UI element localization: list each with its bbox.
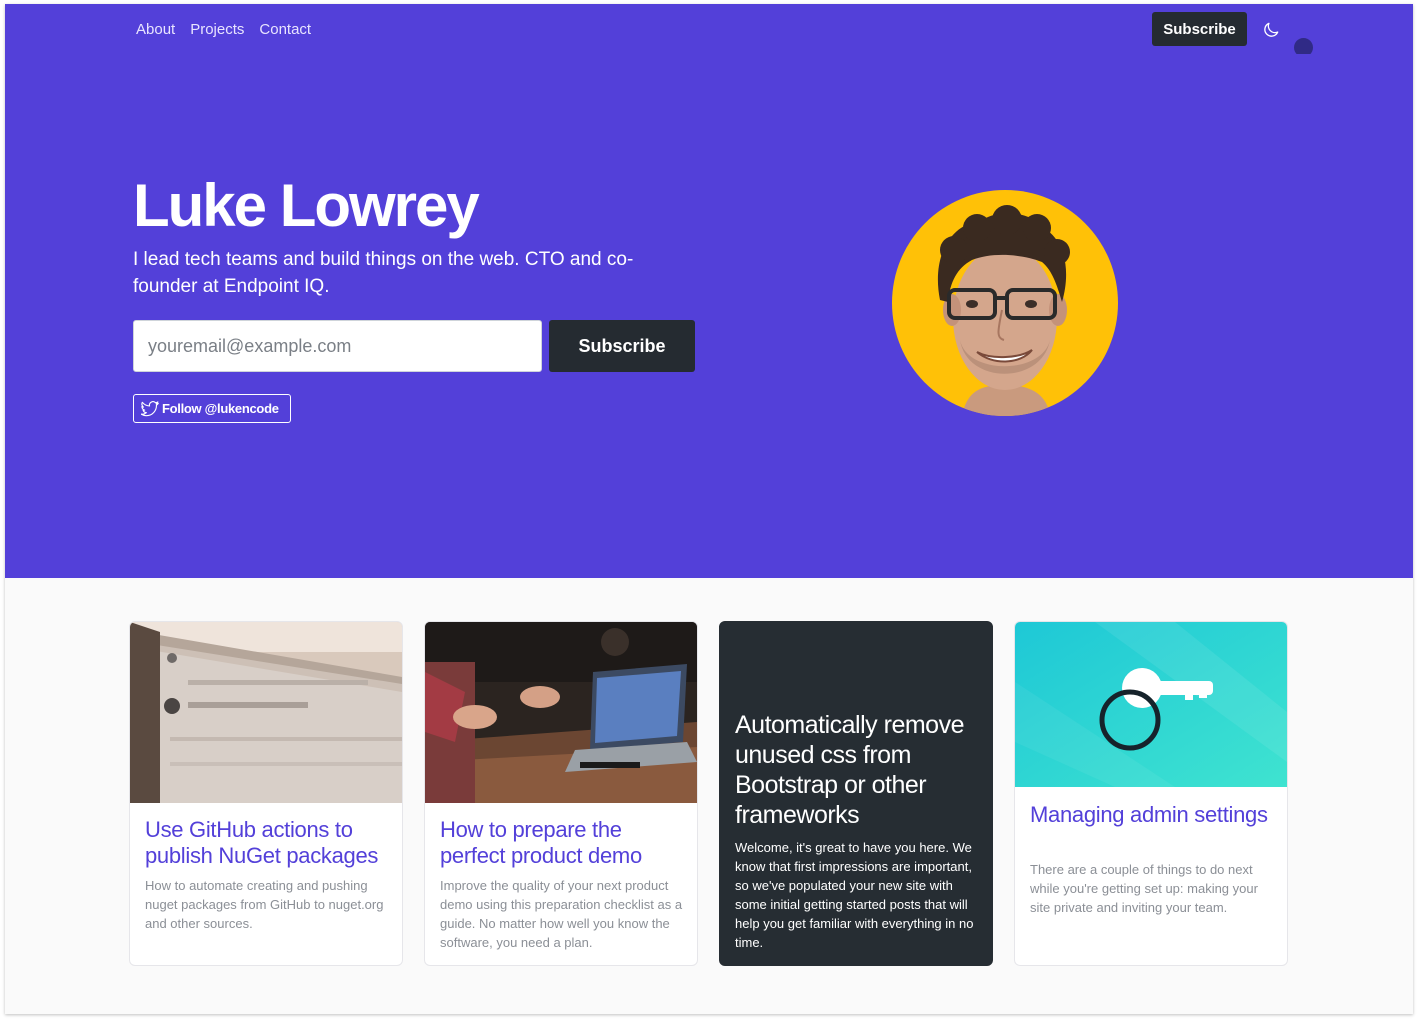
card-description: Welcome, it's great to have you here. We… [735,840,974,950]
twitter-icon [141,400,159,416]
card-description: There are a couple of things to do next … [1030,862,1258,915]
github-browser-image [130,622,402,803]
hero-subscribe-button[interactable]: Subscribe [549,320,695,372]
card-description: Improve the quality of your next product… [440,878,683,950]
nav-subscribe-button[interactable]: Subscribe [1152,12,1247,46]
card-title[interactable]: How to prepare the perfect product demo [440,817,685,869]
hero-subtitle: I lead tech teams and build things on th… [133,249,634,297]
nav-link-projects[interactable]: Projects [190,21,244,38]
card-title[interactable]: Automatically remove unused css from Boo… [735,710,985,830]
email-input[interactable] [133,320,542,372]
page-frame: About Projects Contact Subscribe Luke Lo… [5,4,1413,1014]
nav-links: About Projects Contact [136,21,311,38]
nav-link-about[interactable]: About [136,21,175,38]
post-card[interactable]: How to prepare the perfect product demo … [424,621,698,966]
card-title[interactable]: Use GitHub actions to publish NuGet pack… [145,817,390,869]
post-cards: Use GitHub actions to publish NuGet pack… [129,621,1289,966]
meeting-laptop-image [425,622,697,803]
hero-section: Luke Lowrey I lead tech teams and build … [5,54,1413,578]
card-description: How to automate creating and pushing nug… [145,878,384,931]
hero-title: Luke Lowrey [133,172,480,239]
moon-icon[interactable] [1261,20,1281,40]
twitter-follow-label: Follow @lukencode [162,401,279,416]
post-card[interactable]: Use GitHub actions to publish NuGet pack… [129,621,403,966]
twitter-follow-button[interactable]: Follow @lukencode [133,394,291,423]
key-ring-image [1015,622,1287,787]
profile-avatar [892,190,1118,416]
post-card-featured[interactable]: Automatically remove unused css from Boo… [719,621,993,966]
nav-link-contact[interactable]: Contact [259,21,311,38]
post-card[interactable]: Managing admin settings There are a coup… [1014,621,1288,966]
top-navbar: About Projects Contact Subscribe [5,4,1413,57]
card-title[interactable]: Managing admin settings [1030,802,1275,828]
